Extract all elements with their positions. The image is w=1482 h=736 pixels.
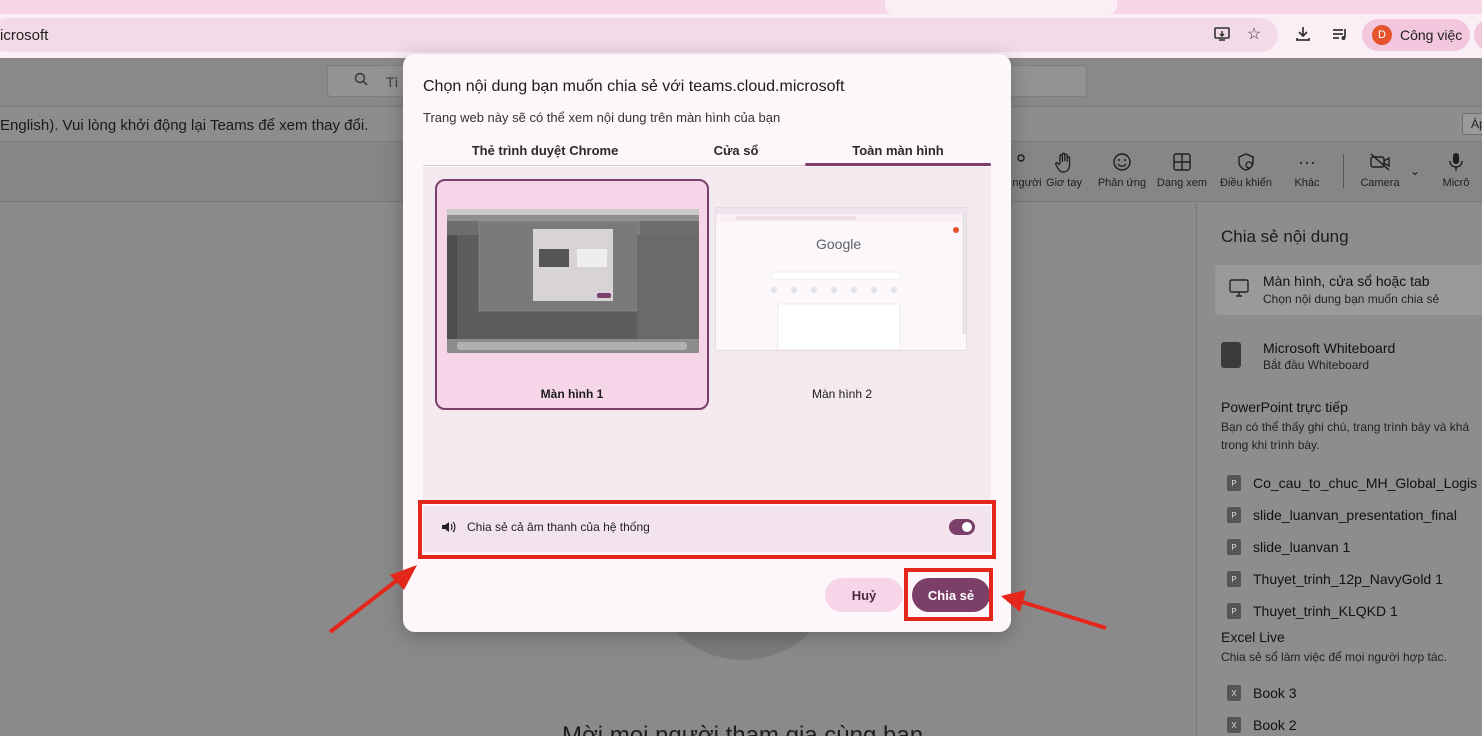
toolbar-mic[interactable]: Micrô [1426,152,1482,189]
share-screen-title: Màn hình, cửa sổ hoặc tab [1263,273,1430,289]
screen-2-thumbnail: Google [715,207,967,351]
more-icon: ··· [1298,152,1316,172]
browser-active-tab[interactable] [885,0,1117,14]
toolbar-view[interactable]: Dạng xem [1152,152,1212,189]
powerpoint-section-desc: Bạn có thể thấy ghi chú, trang trình bày… [1221,420,1470,452]
profile-label: Công việc [1400,27,1463,43]
monitor-icon [1229,279,1249,302]
camera-options-chevron-icon[interactable]: ⌄ [1410,164,1420,178]
screen-option-2[interactable]: Google Màn hình 2 [705,179,979,410]
camera-off-icon [1369,152,1391,174]
bookmark-star-icon[interactable]: ☆ [1243,23,1265,45]
browser-toolbar: icrosoft ☆ D Công việc [0,14,1482,58]
notice-text: English). Vui lòng khởi động lại Teams đ… [0,117,369,134]
toolbar-reaction[interactable]: Phản ứng [1092,152,1152,189]
install-app-icon[interactable] [1211,23,1233,45]
dialog-subtitle: Trang web này sẽ có thể xem nội dung trê… [423,110,781,125]
powerpoint-file-item[interactable]: P Thuyet_trinh_KLQKD 1 [1227,603,1398,619]
tab-chrome-tabs[interactable]: Thẻ trình duyệt Chrome [423,143,667,158]
avatar: D [1372,25,1392,45]
reading-list-icon[interactable] [1329,23,1351,45]
powerpoint-file-icon: P [1227,571,1241,587]
file-name: Thuyet_trinh_KLQKD 1 [1253,603,1398,619]
toolbar-controls[interactable]: Điều khiển [1216,152,1276,189]
reaction-icon [1112,152,1132,174]
dialog-tabs: Thẻ trình duyệt Chrome Cửa sổ Toàn màn h… [423,140,991,166]
share-panel-title: Chia sẻ nội dung [1221,227,1349,246]
toolbar-more[interactable]: ··· Khác [1277,152,1337,189]
active-tab-indicator [805,163,991,166]
address-bar[interactable]: icrosoft [0,18,1278,52]
browser-menu-chip[interactable] [1474,19,1482,51]
powerpoint-file-icon: P [1227,603,1241,619]
search-icon [354,72,368,90]
view-icon [1172,152,1192,174]
toolbar-mic-label: Micrô [1442,177,1470,189]
address-bar-text: icrosoft [0,27,49,44]
dialog-title: Chọn nội dung bạn muốn chia sẻ với teams… [423,78,845,95]
file-name: slide_luanvan_presentation_final [1253,507,1457,523]
powerpoint-file-item[interactable]: P Thuyet_trinh_12p_NavyGold 1 [1227,571,1443,587]
toolbar-more-label: Khác [1294,177,1320,189]
excel-file-icon: X [1227,717,1241,733]
screen-1-thumbnail [447,209,699,353]
powerpoint-section-title: PowerPoint trực tiếp [1221,399,1348,415]
whiteboard-subtitle: Bắt đầu Whiteboard [1263,358,1370,372]
excel-file-item[interactable]: X Book 3 [1227,685,1297,701]
controls-icon [1236,152,1256,174]
tab-entire-screen[interactable]: Toàn màn hình [805,143,991,158]
screen-2-label: Màn hình 2 [811,387,873,401]
powerpoint-file-icon: P [1227,539,1241,555]
file-name: Book 3 [1253,685,1297,701]
toolbar-reaction-label: Phản ứng [1097,177,1147,189]
share-screen-subtitle: Chọn nội dung bạn muốn chia sẻ [1263,292,1440,306]
powerpoint-file-item[interactable]: Pslide_luanvan 1 [1227,539,1350,555]
tab-windows[interactable]: Cửa sổ [667,143,805,158]
browser-tabstrip [0,0,1482,14]
share-highlight-box [904,568,993,621]
toolbar-raise-hand[interactable]: Giơ tay [1034,152,1094,189]
file-name: Book 2 [1253,717,1297,733]
toolbar-camera-label: Camera [1360,177,1400,189]
screen-grid: Màn hình 1 Google Màn hình 2 [423,167,991,500]
toolbar-view-label: Dạng xem [1156,177,1208,189]
excel-section-title: Excel Live [1221,629,1285,645]
toolbar-divider [1343,154,1344,188]
download-icon[interactable] [1292,23,1314,45]
share-content-panel: Chia sẻ nội dung Màn hình, cửa sổ hoặc t… [1196,203,1482,736]
toolbar-camera[interactable]: Camera [1350,152,1410,189]
powerpoint-file-item[interactable]: P Co_cau_to_chuc_MH_Global_Logis [1227,475,1477,491]
profile-chip[interactable]: D Công việc [1362,19,1470,51]
file-name: slide_luanvan 1 [1253,539,1351,555]
excel-file-icon: X [1227,685,1241,701]
stage-invite-text: Mời mọi người tham gia cùng bạn [562,722,924,736]
cancel-button[interactable]: Huỷ [825,578,903,612]
excel-section-desc: Chia sẻ sổ làm việc để mọi người hợp tác… [1221,650,1447,664]
whiteboard-title[interactable]: Microsoft Whiteboard [1263,340,1395,356]
toolbar-raise-hand-label: Giơ tay [1046,177,1082,189]
excel-file-item[interactable]: X Book 2 [1227,717,1297,733]
powerpoint-file-icon: P [1227,507,1241,523]
file-name: Thuyet_trinh_12p_NavyGold 1 [1253,571,1443,587]
google-logo-text: Google [816,236,862,252]
whiteboard-icon [1221,342,1241,368]
share-screen-option[interactable]: Màn hình, cửa sổ hoặc tab Chọn nội dung … [1215,265,1482,315]
powerpoint-file-icon: P [1227,475,1241,491]
arrow-to-share-icon [1001,590,1107,630]
notice-apply-button[interactable]: Áp [1462,113,1482,135]
screen-1-label: Màn hình 1 [540,387,604,401]
screen-option-1[interactable]: Màn hình 1 [435,179,709,410]
audio-highlight-box [418,500,996,559]
file-name: Co_cau_to_chuc_MH_Global_Logis [1253,475,1478,491]
powerpoint-file-item[interactable]: Pslide_luanvan_presentation_final [1227,507,1457,523]
mic-icon [1447,152,1465,174]
search-placeholder: Tì [386,74,399,90]
raise-hand-icon [1054,152,1074,174]
toolbar-controls-label: Điều khiển [1220,177,1272,189]
